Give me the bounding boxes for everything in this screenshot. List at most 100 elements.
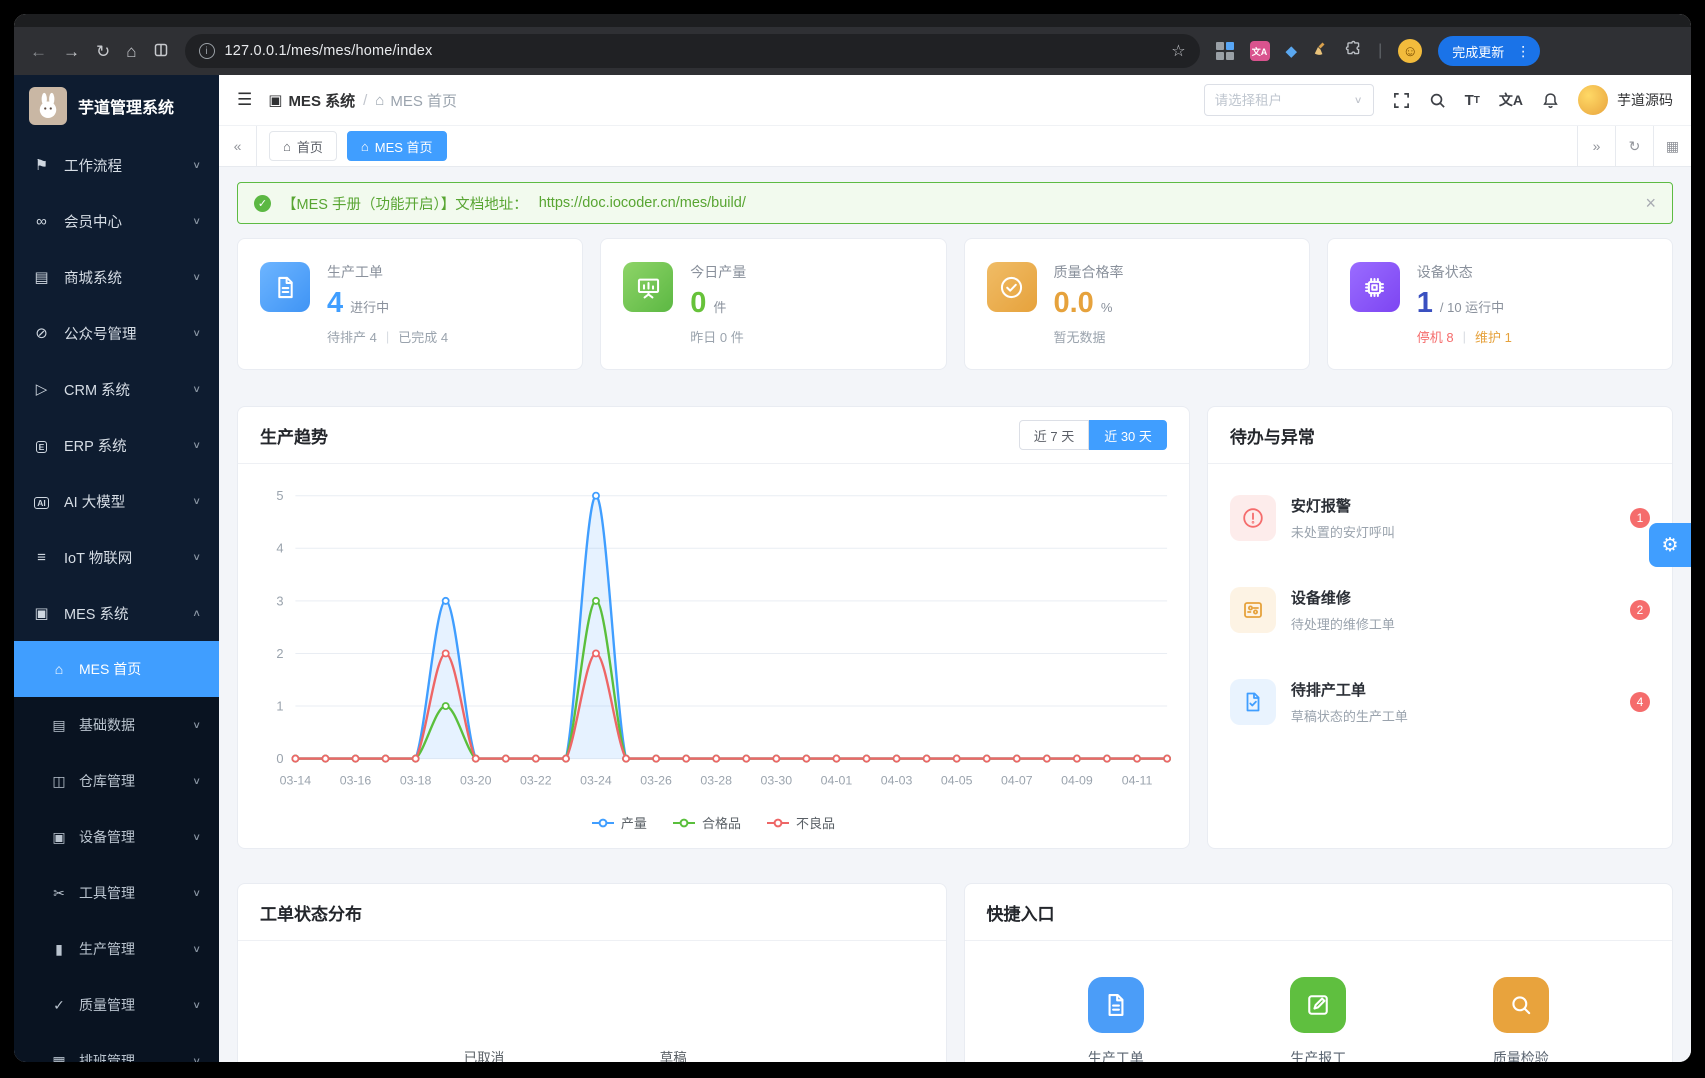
sidebar-item-mall[interactable]: ▤ 商城系统 ∨ xyxy=(14,249,219,305)
trend-title: 生产趋势 xyxy=(260,427,328,447)
breadcrumb-root[interactable]: ▣ MES 系统 xyxy=(268,90,355,111)
back-icon[interactable]: ← xyxy=(30,43,47,60)
app-title: 芋道管理系统 xyxy=(78,100,175,117)
page-tab[interactable]: ⌂ 首页 xyxy=(269,131,337,161)
bookmark-star-icon[interactable]: ☆ xyxy=(1171,41,1185,61)
bell-icon[interactable] xyxy=(1542,92,1559,109)
sidebar-item-crm[interactable]: ▷ CRM 系统 ∨ xyxy=(14,361,219,417)
user-menu[interactable]: 芋道源码 xyxy=(1578,85,1673,115)
svg-text:04-09: 04-09 xyxy=(1061,773,1093,787)
tenant-input[interactable] xyxy=(1214,92,1348,108)
breadcrumb-current[interactable]: ⌂ MES 首页 xyxy=(375,90,457,111)
todo-item[interactable]: 设备维修 待处理的维修工单 2 xyxy=(1229,564,1650,656)
font-size-icon[interactable]: TT xyxy=(1465,92,1480,109)
sidebar-subitem-equipment[interactable]: ▣ 设备管理 ∨ xyxy=(14,809,219,865)
todo-item[interactable]: 待排产工单 草稿状态的生产工单 4 xyxy=(1229,656,1650,748)
tabs-layout-icon[interactable]: ▦ xyxy=(1653,126,1691,166)
trend-line-chart[interactable]: 0 1 2 3 4 5 03-14 03-16 03-18 03-20 03-22 03-24 03-2… xyxy=(244,476,1183,806)
tabs-scroll-left-icon[interactable]: « xyxy=(219,126,257,166)
tab-label: MES 首页 xyxy=(374,139,433,155)
tenant-select[interactable]: ∨ xyxy=(1203,84,1374,116)
sidebar-subitem-quality[interactable]: ✓ 质量管理 ∨ xyxy=(14,977,219,1033)
forward-icon[interactable]: → xyxy=(63,43,80,60)
svg-text:0: 0 xyxy=(276,751,283,766)
quick-entry-doc[interactable]: 生产工单 xyxy=(1087,977,1144,1062)
sidebar-subitem-schedule[interactable]: ▦ 排班管理 ∨ xyxy=(14,1033,219,1063)
quick-entry-grid: 生产工单 生产报工 质量检验 xyxy=(965,941,1673,1062)
legend-item[interactable]: 合格品 xyxy=(672,813,741,832)
legend-item[interactable]: 产量 xyxy=(591,813,647,832)
gem-ext-icon[interactable]: ◆ xyxy=(1286,42,1298,60)
equipment-icon: ▣ xyxy=(52,828,66,845)
tabs-refresh-icon[interactable]: ↻ xyxy=(1615,126,1653,166)
svg-text:2: 2 xyxy=(276,646,283,661)
header-actions: ∨ TT 文A 芋道源码 xyxy=(1203,84,1673,116)
sidebar-item-ai[interactable]: AI AI 大模型 ∨ xyxy=(14,473,219,529)
chrome-menu-icon[interactable]: ⋮ xyxy=(1512,43,1534,60)
close-icon[interactable]: × xyxy=(1645,193,1656,214)
stat-unit: % xyxy=(1100,300,1113,315)
sidebar-item-member[interactable]: ∞ 会员中心 ∨ xyxy=(14,193,219,249)
stat-body: 设备状态 1 / 10 运行中 停机 8 | 维护 1 xyxy=(1417,262,1512,346)
quick-entry-search[interactable]: 质量检验 xyxy=(1492,977,1549,1062)
member-icon: ∞ xyxy=(36,212,47,230)
stat-title: 设备状态 xyxy=(1416,264,1473,280)
cleaner-ext-icon[interactable] xyxy=(1313,41,1329,61)
collapse-menu-icon[interactable]: ☰ xyxy=(237,90,252,110)
sidebar-item-label: 会员中心 xyxy=(64,214,122,231)
address-bar[interactable]: i 127.0.0.1/mes/mes/home/index ☆ xyxy=(184,34,1200,68)
sidebar-subitem-warehouse[interactable]: ◫ 仓库管理 ∨ xyxy=(14,753,219,809)
home-icon[interactable]: ⌂ xyxy=(126,43,136,60)
check-stat-icon xyxy=(986,262,1037,312)
language-icon[interactable]: 文A xyxy=(1499,90,1523,110)
chevron-down-icon: ∨ xyxy=(192,1055,201,1062)
range-button[interactable]: 近 7 天 xyxy=(1018,420,1090,450)
sidebar-item-mes[interactable]: ▣ MES 系统 ∧ xyxy=(14,585,219,641)
svg-text:04-05: 04-05 xyxy=(941,773,973,787)
order-status-donut-chart[interactable]: 已取消4 草稿4 xyxy=(292,959,892,1062)
tab-groups-ext-icon[interactable] xyxy=(1215,42,1234,60)
app-logo-row[interactable]: 芋道管理系统 xyxy=(14,75,219,137)
stat-value: 4 xyxy=(327,287,344,319)
translate-ext-icon[interactable]: 文A xyxy=(1249,41,1270,61)
reload-icon[interactable]: ↻ xyxy=(96,43,110,60)
sidebar-subitem-label: 质量管理 xyxy=(79,997,135,1013)
sidebar-subitem-home[interactable]: ⌂ MES 首页 xyxy=(14,641,219,697)
stat-footnote: 暂无数据 xyxy=(1054,327,1124,346)
sidebar-item-official-account[interactable]: ⊘ 公众号管理 ∨ xyxy=(14,305,219,361)
chrome-update-button[interactable]: 完成更新 ⋮ xyxy=(1438,36,1541,66)
range-button[interactable]: 近 30 天 xyxy=(1089,420,1167,450)
browser-profile-avatar[interactable]: ☺ xyxy=(1398,39,1423,63)
quick-entry-edit[interactable]: 生产报工 xyxy=(1290,977,1347,1062)
chevron-down-icon: ∨ xyxy=(192,719,201,731)
sidebar-subitem-label: 设备管理 xyxy=(79,829,135,845)
doc-link[interactable]: https://doc.iocoder.cn/mes/build/ xyxy=(539,195,746,211)
site-info-icon[interactable]: i xyxy=(198,43,215,59)
search-icon[interactable] xyxy=(1429,92,1446,109)
sidebar-subitem-production[interactable]: ▮ 生产管理 ∨ xyxy=(14,921,219,977)
theme-settings-button[interactable]: ⚙ xyxy=(1649,523,1691,567)
chevron-down-icon: ∨ xyxy=(192,383,201,395)
sidebar-item-erp[interactable]: E ERP 系统 ∨ xyxy=(14,417,219,473)
svg-text:4: 4 xyxy=(276,541,283,556)
legend-item[interactable]: 不良品 xyxy=(766,813,835,832)
home-icon: ⌂ xyxy=(283,138,291,154)
reading-list-icon[interactable] xyxy=(153,42,169,61)
page-tab[interactable]: ⌂ MES 首页 xyxy=(346,131,447,161)
fullscreen-icon[interactable] xyxy=(1393,92,1410,109)
extensions-area: 文A ◆ | ☺ 完成更新 ⋮ xyxy=(1215,36,1541,66)
tabs-scroll-right-icon[interactable]: » xyxy=(1577,126,1615,166)
stat-card: 设备状态 1 / 10 运行中 停机 8 | 维护 1 xyxy=(1326,238,1673,370)
board-stat-icon xyxy=(623,262,674,312)
schedule-icon: ▦ xyxy=(52,1052,66,1063)
url-text[interactable]: 127.0.0.1/mes/mes/home/index xyxy=(225,43,433,59)
chevron-down-icon: ∨ xyxy=(192,775,201,787)
sidebar-subitem-base-data[interactable]: ▤ 基础数据 ∨ xyxy=(14,697,219,753)
sidebar-menu: ⚑ 工作流程 ∨ ∞ 会员中心 ∨ ▤ 商城系统 ∨ ⊘ 公众号管理 ∨ ▷ CRM 系统 ∨ E ERP 系统… xyxy=(14,137,219,1062)
sidebar-item-workflow[interactable]: ⚑ 工作流程 ∨ xyxy=(14,137,219,193)
extensions-puzzle-icon[interactable] xyxy=(1345,40,1362,62)
todo-item[interactable]: 安灯报警 未处置的安灯呼叫 1 xyxy=(1229,472,1650,564)
svg-text:1: 1 xyxy=(276,698,283,713)
sidebar-subitem-tool[interactable]: ✂ 工具管理 ∨ xyxy=(14,865,219,921)
sidebar-item-iot[interactable]: ≡ IoT 物联网 ∨ xyxy=(14,529,219,585)
